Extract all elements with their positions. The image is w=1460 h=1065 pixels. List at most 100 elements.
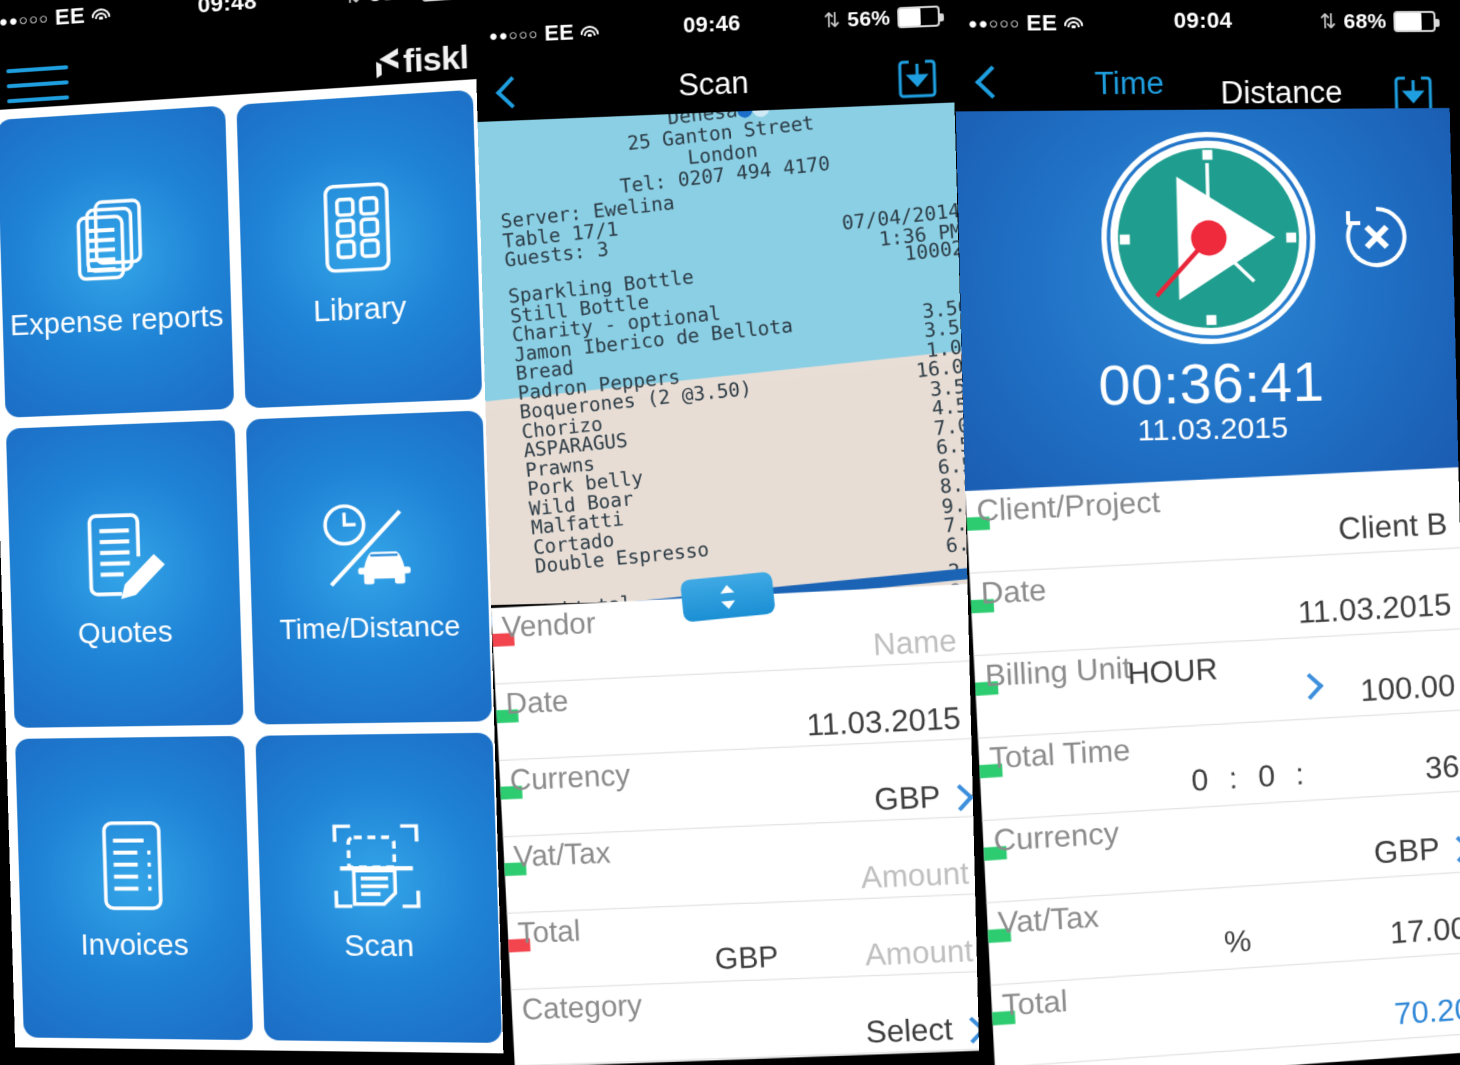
tile-time-distance[interactable]: Time/Distance bbox=[245, 410, 493, 725]
phone-home-screen: ●●○○○ EE 09:48 ⇅ 55% fiskl bbox=[0, 0, 513, 1065]
tile-label: Scan bbox=[343, 930, 415, 964]
field-value[interactable]: 70.20 bbox=[1393, 991, 1460, 1032]
field-value[interactable]: Client B bbox=[1337, 506, 1448, 548]
battery-icon bbox=[421, 0, 467, 2]
phone-timer-screen: ●●○○○ EE 09:04 ⇅ 68% Time Distance 00:36… bbox=[952, 0, 1460, 1065]
invoice-document-icon bbox=[76, 812, 189, 922]
battery-percent: 68% bbox=[1343, 9, 1387, 33]
battery-icon bbox=[897, 5, 941, 29]
field-value[interactable]: Name bbox=[872, 623, 957, 663]
tile-label: Library bbox=[312, 291, 407, 329]
fiskl-logo: fiskl bbox=[373, 38, 469, 83]
timer-panel: 00:36:41 11.03.2015 bbox=[955, 107, 1459, 492]
three-phone-showcase: ●●○○○ EE 09:48 ⇅ 55% fiskl bbox=[0, 0, 1460, 1065]
grid-library-icon bbox=[299, 171, 416, 288]
carrier-label: EE bbox=[544, 19, 575, 46]
back-chevron-icon[interactable] bbox=[971, 60, 1001, 105]
field-value-wrap[interactable]: GBP bbox=[1373, 830, 1460, 872]
time-entry-form: Client/Project Client B Date 11.03.2015 … bbox=[965, 467, 1460, 1065]
field-label: Billing Unit bbox=[984, 651, 1132, 694]
tile-invoices[interactable]: Invoices bbox=[15, 735, 253, 1041]
total-time-hm[interactable]: 0 : 0 : bbox=[1191, 758, 1311, 799]
field-label: Currency bbox=[508, 758, 631, 798]
tab-distance[interactable]: Distance bbox=[1220, 75, 1343, 112]
home-tile-grid-container: Expense reports Library Quotes Time/Dist… bbox=[0, 78, 512, 1054]
field-currency-code: GBP bbox=[714, 940, 780, 977]
status-clock: 09:46 bbox=[682, 10, 741, 38]
field-value: Select bbox=[864, 1011, 954, 1050]
chevron-right-icon bbox=[961, 1015, 978, 1042]
status-bar: ●●○○○ EE 09:04 ⇅ 68% bbox=[953, 0, 1448, 58]
fiskl-wordmark: fiskl bbox=[402, 38, 470, 80]
fiskl-chevron-mark-icon bbox=[373, 46, 401, 79]
carrier-label: EE bbox=[54, 2, 86, 30]
bluetooth-icon: ⇅ bbox=[822, 9, 841, 33]
back-chevron-icon[interactable] bbox=[492, 71, 521, 116]
timer-nav-bar: Time Distance bbox=[954, 56, 1449, 112]
home-tile-grid: Expense reports Library Quotes Time/Dist… bbox=[0, 89, 502, 1043]
reset-circle-x-icon[interactable] bbox=[1340, 200, 1414, 273]
documents-stack-icon bbox=[58, 185, 170, 300]
field-value: GBP bbox=[1373, 831, 1441, 871]
wifi-icon bbox=[580, 24, 600, 40]
signal-strength-icon: ●●○○○ bbox=[0, 9, 50, 31]
tile-label: Time/Distance bbox=[279, 610, 461, 646]
field-label: Category bbox=[520, 989, 643, 1027]
field-value[interactable]: Amount bbox=[864, 933, 974, 973]
receipt-text-block: Dehesa 25 Ganton Street London Tel: 0207… bbox=[491, 102, 968, 605]
wifi-icon bbox=[1063, 16, 1084, 31]
field-value[interactable]: 36 bbox=[1424, 749, 1460, 787]
percent-symbol: % bbox=[1223, 924, 1253, 960]
field-value[interactable]: 100.00 bbox=[1360, 668, 1457, 709]
bluetooth-icon: ⇅ bbox=[1319, 11, 1337, 34]
field-label: Vat/Tax bbox=[996, 900, 1100, 941]
status-clock: 09:04 bbox=[1173, 7, 1233, 33]
field-value[interactable]: Amount bbox=[860, 855, 970, 896]
battery-percent: 55% bbox=[369, 0, 415, 7]
tile-label: Expense reports bbox=[9, 299, 224, 343]
tile-library[interactable]: Library bbox=[235, 89, 483, 409]
field-label: Currency bbox=[992, 816, 1120, 859]
hamburger-menu-icon[interactable] bbox=[6, 65, 70, 109]
field-value[interactable]: 11.03.2015 bbox=[1297, 587, 1452, 631]
clock-play-icon bbox=[1094, 127, 1321, 350]
tile-label: Quotes bbox=[77, 616, 174, 651]
tab-time[interactable]: Time bbox=[1094, 65, 1164, 102]
carrier-label: EE bbox=[1026, 10, 1058, 36]
chevron-right-icon[interactable] bbox=[1299, 672, 1315, 699]
tile-label: Invoices bbox=[80, 929, 190, 963]
battery-percent: 56% bbox=[847, 6, 891, 32]
scan-frame-document-icon bbox=[318, 810, 435, 922]
field-value: GBP bbox=[873, 778, 942, 818]
field-value[interactable]: 11.03.2015 bbox=[806, 700, 962, 743]
timer-date-display: 11.03.2015 bbox=[1137, 411, 1289, 448]
battery-icon bbox=[1393, 10, 1436, 33]
clock-slash-car-icon bbox=[309, 491, 426, 605]
signal-strength-icon: ●●○○○ bbox=[488, 25, 539, 45]
bluetooth-icon: ⇅ bbox=[344, 0, 363, 9]
field-label: Vendor bbox=[501, 606, 597, 645]
status-clock: 09:48 bbox=[197, 0, 258, 18]
phone-scan-screen: ●●○○○ EE 09:46 ⇅ 56% Scan Dehesa 25 Gant… bbox=[474, 0, 982, 1065]
chevron-right-icon bbox=[1448, 835, 1460, 862]
field-value-wrap[interactable]: GBP bbox=[874, 778, 966, 818]
field-label: Total Time bbox=[988, 733, 1131, 776]
save-download-icon[interactable] bbox=[894, 55, 940, 103]
tile-expense-reports[interactable]: Expense reports bbox=[0, 105, 234, 419]
field-label: Total bbox=[1001, 984, 1069, 1023]
chevron-right-icon bbox=[949, 783, 966, 810]
billing-unit-value[interactable]: HOUR bbox=[1127, 653, 1219, 692]
receipt-photo[interactable]: Dehesa 25 Ganton Street London Tel: 0207… bbox=[477, 102, 969, 606]
field-label: Vat/Tax bbox=[512, 836, 612, 874]
clock-play-button[interactable] bbox=[1094, 127, 1321, 355]
scan-form: Vendor Name Date 11.03.2015 Currency GBP… bbox=[491, 583, 982, 1065]
document-pencil-icon bbox=[67, 498, 180, 610]
field-value-wrap[interactable]: Select bbox=[865, 1010, 978, 1050]
tile-quotes[interactable]: Quotes bbox=[5, 420, 244, 728]
field-label: Total bbox=[516, 914, 582, 950]
wifi-icon bbox=[91, 6, 112, 23]
page-title: Scan bbox=[677, 64, 750, 103]
field-value[interactable]: 17.00 bbox=[1389, 910, 1460, 951]
signal-strength-icon: ●●○○○ bbox=[967, 14, 1021, 33]
tile-scan[interactable]: Scan bbox=[254, 732, 502, 1043]
